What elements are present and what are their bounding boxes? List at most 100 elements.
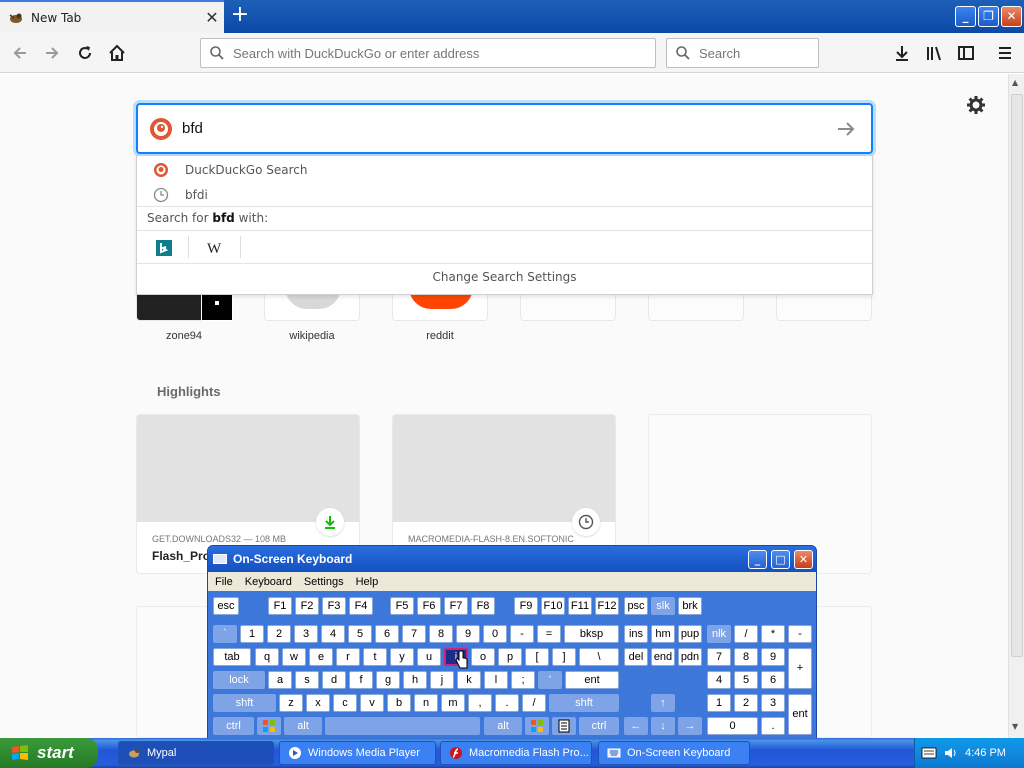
key-num8[interactable]: 8 bbox=[734, 648, 758, 666]
key-num9[interactable]: 9 bbox=[761, 648, 785, 666]
key-slash[interactable]: / bbox=[522, 694, 546, 712]
key-alt-left[interactable]: alt bbox=[284, 717, 322, 735]
menu-keyboard[interactable]: Keyboard bbox=[245, 576, 292, 588]
search-bar[interactable]: Search bbox=[666, 38, 819, 68]
key-num-enter[interactable]: ent bbox=[788, 694, 812, 735]
key-num2[interactable]: 2 bbox=[734, 694, 758, 712]
menu-file[interactable]: File bbox=[215, 576, 233, 588]
key-c[interactable]: c bbox=[333, 694, 357, 712]
tab-close-icon[interactable]: ✕ bbox=[200, 8, 224, 27]
key-q[interactable]: q bbox=[255, 648, 279, 666]
key-comma[interactable]: , bbox=[468, 694, 492, 712]
key-v[interactable]: v bbox=[360, 694, 384, 712]
suggestion-duckduckgo[interactable]: DuckDuckGo Search bbox=[137, 157, 872, 182]
page-scrollbar[interactable]: ▲ ▼ bbox=[1008, 74, 1024, 738]
taskbar-item-osk[interactable]: On-Screen Keyboard bbox=[598, 741, 750, 765]
tab-new-tab[interactable]: New Tab ✕ bbox=[0, 0, 224, 33]
key-f2[interactable]: F2 bbox=[295, 597, 319, 615]
scroll-thumb[interactable] bbox=[1011, 94, 1023, 657]
key-minus[interactable]: - bbox=[510, 625, 534, 643]
key-b[interactable]: b bbox=[387, 694, 411, 712]
key-f[interactable]: f bbox=[349, 671, 373, 689]
key-lbracket[interactable]: [ bbox=[525, 648, 549, 666]
key-backtick[interactable]: ` bbox=[213, 625, 237, 643]
key-f4[interactable]: F4 bbox=[349, 597, 373, 615]
menu-help[interactable]: Help bbox=[356, 576, 379, 588]
key-num6[interactable]: 6 bbox=[761, 671, 785, 689]
key-ctrl-left[interactable]: ctrl bbox=[213, 717, 254, 735]
key-g[interactable]: g bbox=[376, 671, 400, 689]
key-capslock[interactable]: lock bbox=[213, 671, 265, 689]
restore-button[interactable]: ❐ bbox=[978, 6, 999, 27]
key-esc[interactable]: esc bbox=[213, 597, 239, 615]
key-num-minus[interactable]: - bbox=[788, 625, 812, 643]
key-f7[interactable]: F7 bbox=[444, 597, 468, 615]
key-ctrl-right[interactable]: ctrl bbox=[579, 717, 619, 735]
key-space[interactable] bbox=[325, 717, 480, 735]
key-num-plus[interactable]: + bbox=[788, 648, 812, 689]
key-period[interactable]: . bbox=[495, 694, 519, 712]
address-bar[interactable]: Search with DuckDuckGo or enter address bbox=[200, 38, 656, 68]
key-num7[interactable]: 7 bbox=[707, 648, 731, 666]
key-num1[interactable]: 1 bbox=[707, 694, 731, 712]
key-f9[interactable]: F9 bbox=[514, 597, 538, 615]
key-p[interactable]: p bbox=[498, 648, 522, 666]
key-r[interactable]: r bbox=[336, 648, 360, 666]
minimize-button[interactable]: _ bbox=[955, 6, 976, 27]
menu-settings[interactable]: Settings bbox=[304, 576, 344, 588]
close-button[interactable]: ✕ bbox=[1001, 6, 1022, 27]
key-d[interactable]: d bbox=[322, 671, 346, 689]
newtab-search-box[interactable]: bfd bbox=[136, 103, 873, 154]
key-h[interactable]: h bbox=[403, 671, 427, 689]
menu-icon[interactable] bbox=[991, 39, 1019, 67]
key-0[interactable]: 0 bbox=[483, 625, 507, 643]
key-f3[interactable]: F3 bbox=[322, 597, 346, 615]
key-f11[interactable]: F11 bbox=[568, 597, 592, 615]
key-m[interactable]: m bbox=[441, 694, 465, 712]
key-num-divide[interactable]: / bbox=[734, 625, 758, 643]
key-arrow-right[interactable]: → bbox=[678, 717, 702, 735]
key-num4[interactable]: 4 bbox=[707, 671, 731, 689]
key-x[interactable]: x bbox=[306, 694, 330, 712]
change-search-settings-button[interactable]: Change Search Settings bbox=[137, 270, 872, 284]
key-5[interactable]: 5 bbox=[348, 625, 372, 643]
back-icon[interactable] bbox=[6, 39, 34, 67]
key-num3[interactable]: 3 bbox=[761, 694, 785, 712]
key-e[interactable]: e bbox=[309, 648, 333, 666]
wikipedia-icon[interactable]: W bbox=[205, 238, 225, 258]
key-s[interactable]: s bbox=[295, 671, 319, 689]
scroll-down-icon[interactable]: ▼ bbox=[1012, 722, 1018, 731]
osk-minimize-button[interactable]: _ bbox=[748, 550, 767, 569]
key-tab[interactable]: tab bbox=[213, 648, 251, 666]
key-windows-right[interactable] bbox=[525, 717, 549, 735]
key-3[interactable]: 3 bbox=[294, 625, 318, 643]
reload-icon[interactable] bbox=[71, 39, 99, 67]
key-f12[interactable]: F12 bbox=[595, 597, 619, 615]
key-j[interactable]: j bbox=[430, 671, 454, 689]
keyboard-icon[interactable] bbox=[921, 746, 937, 760]
key-pgup[interactable]: pup bbox=[678, 625, 702, 643]
forward-icon[interactable] bbox=[38, 39, 66, 67]
key-alt-right[interactable]: alt bbox=[484, 717, 522, 735]
gear-icon[interactable] bbox=[966, 95, 986, 115]
new-tab-button[interactable]: + bbox=[228, 4, 252, 28]
speaker-icon[interactable] bbox=[943, 746, 957, 760]
taskbar-item-flash[interactable]: Macromedia Flash Pro... bbox=[440, 741, 592, 765]
key-7[interactable]: 7 bbox=[402, 625, 426, 643]
key-8[interactable]: 8 bbox=[429, 625, 453, 643]
key-f8[interactable]: F8 bbox=[471, 597, 495, 615]
key-9[interactable]: 9 bbox=[456, 625, 480, 643]
key-slk[interactable]: slk bbox=[651, 597, 675, 615]
key-f6[interactable]: F6 bbox=[417, 597, 441, 615]
key-f10[interactable]: F10 bbox=[541, 597, 565, 615]
osk-title-bar[interactable]: On-Screen Keyboard bbox=[208, 546, 816, 572]
key-numlock[interactable]: nlk bbox=[707, 625, 731, 643]
key-equals[interactable]: = bbox=[537, 625, 561, 643]
start-button[interactable]: start bbox=[0, 738, 98, 768]
key-num-decimal[interactable]: . bbox=[761, 717, 785, 735]
taskbar-item-media-player[interactable]: Windows Media Player bbox=[279, 741, 436, 765]
key-o[interactable]: o bbox=[471, 648, 495, 666]
key-z[interactable]: z bbox=[279, 694, 303, 712]
home-icon[interactable] bbox=[103, 39, 131, 67]
key-u[interactable]: u bbox=[417, 648, 441, 666]
